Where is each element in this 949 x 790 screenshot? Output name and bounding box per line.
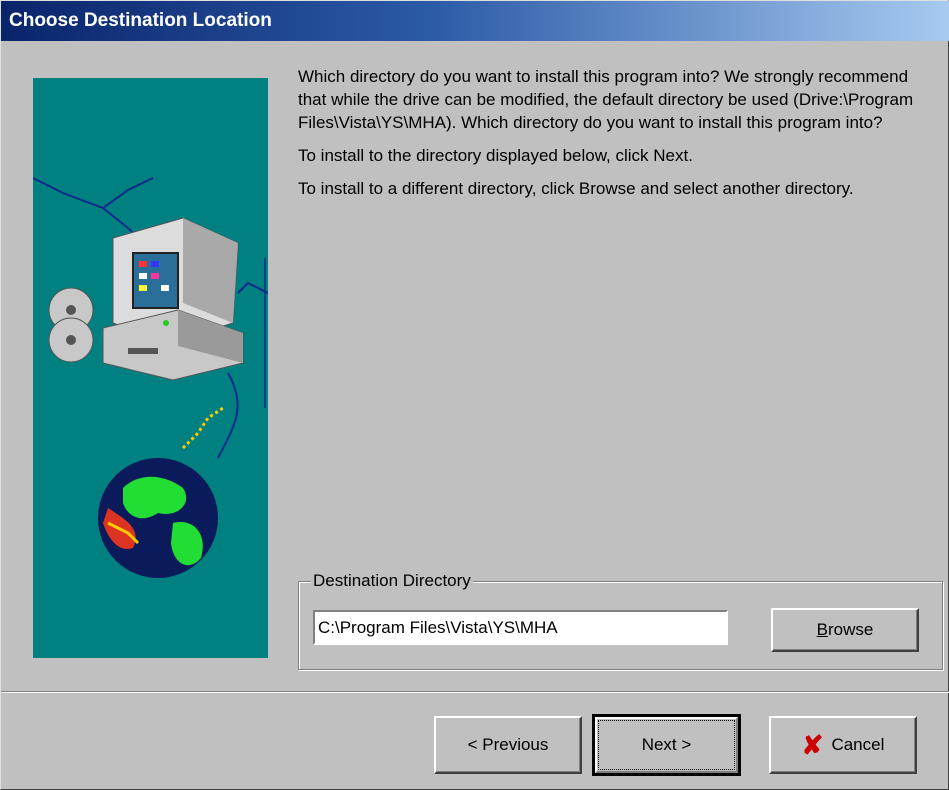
focus-rectangle: Next > (598, 720, 735, 770)
instruction-paragraph-3: To install to a different directory, cli… (298, 179, 854, 198)
destination-directory-label: Destination Directory (311, 571, 473, 591)
browse-button[interactable]: Browse (771, 608, 919, 652)
next-button[interactable]: Next > (592, 714, 741, 776)
previous-label: < Previous (467, 735, 549, 754)
button-separator (1, 691, 949, 693)
computer-globe-illustration (33, 177, 268, 578)
destination-path-field[interactable] (313, 610, 728, 645)
destination-directory-group: Destination Directory Browse (298, 571, 943, 670)
title-bar: Choose Destination Location (1, 1, 949, 41)
window-title: Choose Destination Location (9, 10, 272, 31)
instruction-paragraph-2: To install to the directory displayed be… (298, 146, 693, 165)
browse-label-rest: rowse (827, 620, 874, 639)
red-x-icon: ✘ (801, 730, 824, 760)
cancel-label: Cancel (831, 735, 885, 754)
setup-dialog: Choose Destination Location Which direct… (0, 0, 949, 790)
previous-button[interactable]: < Previous (434, 716, 582, 774)
next-label: Next > (641, 735, 692, 754)
instructions-text: Which directory do you want to install t… (298, 65, 938, 210)
browse-mnemonic: B (816, 620, 828, 639)
instruction-paragraph-1: Which directory do you want to install t… (298, 67, 914, 132)
setup-illustration (33, 78, 268, 658)
cancel-button[interactable]: ✘ Cancel (769, 716, 917, 774)
